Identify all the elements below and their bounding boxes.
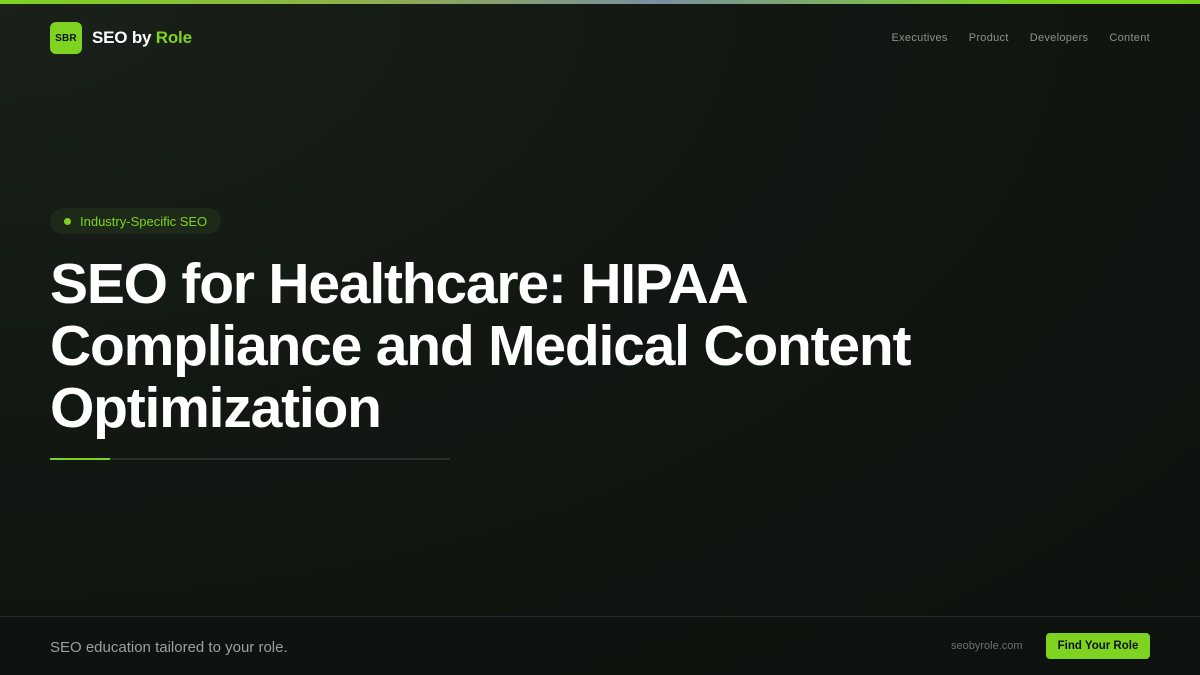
main-nav: Executives Product Developers Content bbox=[892, 32, 1151, 44]
brand-name-prefix: SEO by bbox=[92, 28, 152, 47]
footer-tagline: SEO education tailored to your role. bbox=[50, 639, 288, 656]
site-header: SBR SEO by Role Executives Product Devel… bbox=[50, 22, 1150, 54]
nav-item-developers[interactable]: Developers bbox=[1030, 32, 1089, 44]
title-divider-accent bbox=[50, 458, 110, 460]
nav-item-content[interactable]: Content bbox=[1109, 32, 1150, 44]
site-footer: SEO education tailored to your role. seo… bbox=[0, 616, 1200, 675]
brand-logo: SBR bbox=[50, 22, 82, 54]
top-accent-bar bbox=[0, 0, 1200, 4]
brand-name: SEO by Role bbox=[92, 28, 192, 48]
status-dot-icon bbox=[64, 217, 71, 225]
category-badge: Industry-Specific SEO bbox=[50, 208, 222, 234]
title-divider bbox=[50, 458, 450, 460]
footer-domain: seobyrole.com bbox=[951, 640, 1023, 652]
brand-home-link[interactable]: SBR SEO by Role bbox=[50, 22, 192, 54]
find-your-role-button[interactable]: Find Your Role bbox=[1046, 633, 1150, 659]
brand-name-accent: Role bbox=[155, 28, 192, 47]
nav-item-executives[interactable]: Executives bbox=[892, 32, 948, 44]
category-badge-label: Industry-Specific SEO bbox=[80, 213, 208, 229]
page-title: SEO for Healthcare: HIPAA Compliance and… bbox=[50, 252, 911, 440]
nav-item-product[interactable]: Product bbox=[969, 32, 1009, 44]
